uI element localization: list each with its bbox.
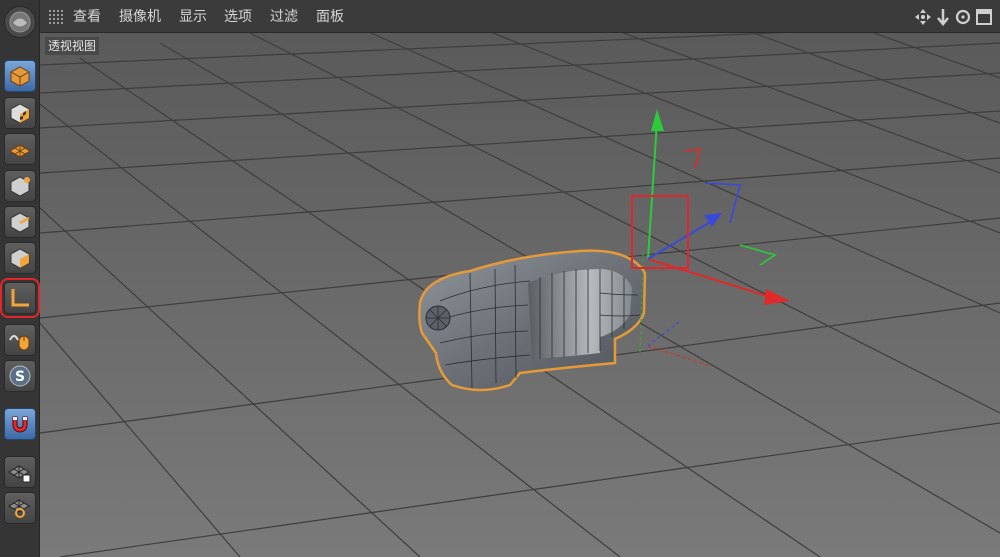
menu-view[interactable]: 查看 (73, 7, 101, 27)
menu-panel[interactable]: 面板 (316, 7, 344, 27)
viewport-canvas[interactable] (40, 33, 1000, 557)
panel-grip-icon[interactable] (49, 10, 63, 24)
svg-text:S: S (15, 369, 25, 385)
tweak-mode-icon[interactable] (4, 324, 36, 356)
dolly-view-icon[interactable] (934, 8, 952, 26)
menu-camera[interactable]: 摄像机 (119, 7, 161, 27)
maximize-view-icon[interactable] (975, 8, 993, 26)
viewport-menu-bar: 查看 摄像机 显示 选项 过滤 面板 (40, 0, 1000, 33)
viewport-label: 透视视图 (45, 37, 100, 55)
rotate-view-icon[interactable] (954, 8, 972, 26)
solo-mode-icon[interactable]: S (4, 360, 36, 392)
view-navigation (914, 7, 994, 27)
workplane-lock-icon[interactable] (4, 456, 36, 488)
menu-filter[interactable]: 过滤 (270, 7, 298, 27)
workplane-align-icon[interactable] (4, 492, 36, 524)
left-toolbar: S (0, 0, 40, 557)
move-view-icon[interactable] (914, 8, 932, 26)
axis-mode-icon[interactable] (0, 278, 40, 318)
points-mode-icon[interactable] (4, 170, 36, 202)
snap-magnet-icon[interactable] (4, 408, 36, 440)
menu-options[interactable]: 选项 (224, 7, 252, 27)
polygons-mode-icon[interactable] (4, 242, 36, 274)
app-logo-icon (4, 6, 36, 38)
texture-mode-icon[interactable] (4, 97, 36, 129)
edges-mode-icon[interactable] (4, 206, 36, 238)
perspective-viewport[interactable]: 透视视图 (40, 33, 1000, 557)
workplane-mode-icon[interactable] (4, 133, 36, 165)
model-mode-icon[interactable] (4, 60, 36, 92)
menu-display[interactable]: 显示 (179, 7, 207, 27)
